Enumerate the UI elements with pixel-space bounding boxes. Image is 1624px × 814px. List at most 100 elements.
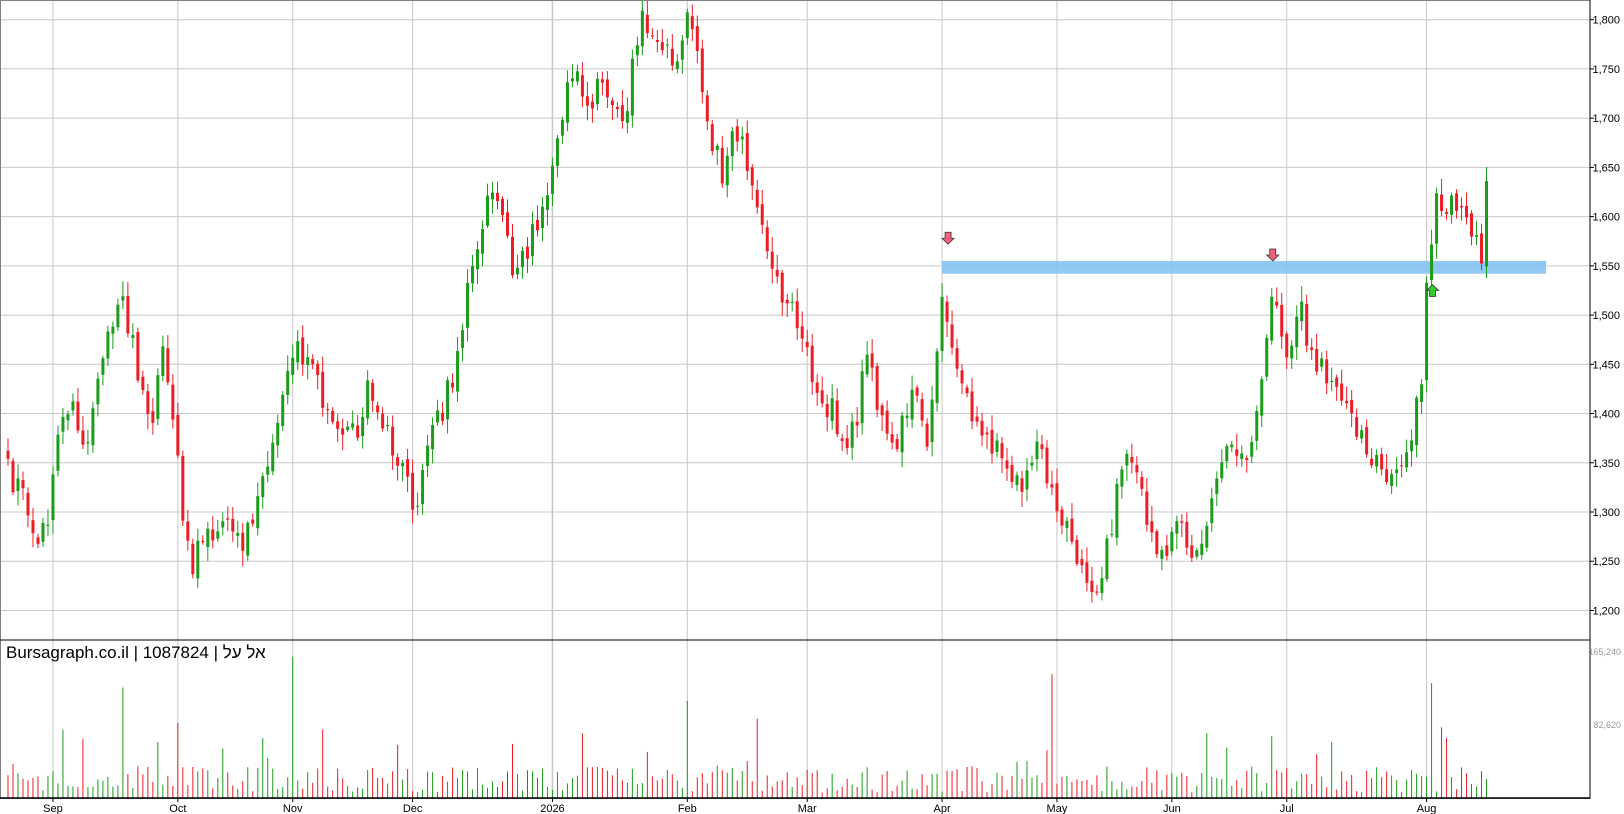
candle-body bbox=[710, 124, 714, 152]
candle-body bbox=[1295, 316, 1299, 348]
candle-body bbox=[1485, 181, 1489, 267]
candle-body bbox=[805, 341, 809, 348]
candle-body bbox=[915, 387, 919, 396]
candle-body bbox=[865, 354, 869, 375]
candle-body bbox=[391, 426, 395, 456]
candle-body bbox=[665, 44, 669, 46]
candle-body bbox=[281, 394, 285, 427]
candle-body bbox=[985, 432, 989, 435]
candle-body bbox=[1115, 483, 1119, 538]
y-tick-label: 1,350 bbox=[1592, 458, 1620, 470]
candle-body bbox=[795, 301, 799, 329]
candle-body bbox=[241, 532, 245, 551]
candle-body bbox=[291, 357, 295, 375]
candle-body bbox=[730, 131, 734, 157]
candle-body bbox=[1405, 452, 1409, 468]
candle bbox=[935, 348, 939, 412]
candle-body bbox=[481, 228, 485, 254]
candle-body bbox=[770, 251, 774, 269]
candle-body bbox=[1010, 464, 1014, 482]
candle-body bbox=[975, 416, 979, 422]
candle-body bbox=[570, 78, 574, 82]
candle-body bbox=[406, 459, 410, 477]
candle-body bbox=[286, 370, 290, 395]
candle-body bbox=[476, 249, 480, 270]
candle-body bbox=[1055, 483, 1059, 512]
candle-body bbox=[11, 461, 15, 493]
candle-body bbox=[1150, 521, 1154, 533]
candle-body bbox=[1160, 549, 1164, 559]
candle-body bbox=[171, 384, 175, 420]
candle-body bbox=[590, 101, 594, 109]
candle-body bbox=[855, 421, 859, 426]
candle-body bbox=[176, 414, 180, 456]
candle-body bbox=[1285, 333, 1289, 358]
candle-body bbox=[96, 378, 100, 405]
candle-body bbox=[1100, 578, 1104, 593]
candle-body bbox=[825, 404, 829, 418]
candle-body bbox=[670, 48, 674, 66]
candle-body bbox=[1235, 449, 1239, 456]
candle-body bbox=[1030, 462, 1034, 466]
candle-body bbox=[725, 155, 729, 186]
candle-body bbox=[226, 518, 230, 520]
candle-body bbox=[870, 353, 874, 368]
candle-body bbox=[1375, 454, 1379, 467]
candle-body bbox=[845, 438, 849, 449]
candle-body bbox=[151, 411, 155, 423]
candle bbox=[181, 450, 185, 526]
candle-body bbox=[1435, 193, 1439, 244]
candle-body bbox=[1350, 399, 1354, 414]
candle-body bbox=[1020, 478, 1024, 492]
candle-body bbox=[1480, 233, 1484, 264]
candle-body bbox=[1145, 491, 1149, 525]
candle-body bbox=[486, 195, 490, 226]
candle-body bbox=[1240, 453, 1244, 460]
candle-body bbox=[231, 518, 235, 532]
candle-body bbox=[690, 16, 694, 30]
candle bbox=[710, 120, 714, 156]
candle-body bbox=[685, 12, 689, 38]
candle-body bbox=[545, 195, 549, 210]
candle-body bbox=[1445, 212, 1449, 214]
candle-body bbox=[1270, 296, 1274, 341]
candle-body bbox=[1065, 520, 1069, 528]
candle-body bbox=[1180, 521, 1184, 523]
x-tick-label: Oct bbox=[169, 803, 186, 814]
candle-body bbox=[880, 405, 884, 416]
x-tick-label: Nov bbox=[283, 803, 303, 814]
candle bbox=[1155, 528, 1159, 558]
x-tick-label: Sep bbox=[43, 803, 63, 814]
candle-body bbox=[755, 189, 759, 208]
candle-body bbox=[720, 147, 724, 184]
candle-body bbox=[1470, 213, 1474, 237]
candle bbox=[191, 538, 195, 579]
candle-body bbox=[990, 429, 994, 454]
candle-body bbox=[610, 100, 614, 106]
candle-body bbox=[760, 204, 764, 225]
candle-body bbox=[585, 96, 589, 106]
candle-body bbox=[1195, 550, 1199, 557]
candle-body bbox=[56, 434, 60, 471]
candle-body bbox=[555, 138, 559, 166]
candle bbox=[1115, 478, 1119, 546]
candle-body bbox=[101, 358, 105, 375]
candle-body bbox=[790, 301, 794, 303]
candle-body bbox=[525, 246, 529, 259]
candle bbox=[1265, 333, 1269, 381]
candle-body bbox=[715, 145, 719, 151]
candle-body bbox=[520, 250, 524, 268]
y-tick-label: 1,200 bbox=[1592, 605, 1620, 617]
candle-body bbox=[411, 472, 415, 510]
candle-body bbox=[860, 371, 864, 424]
candle-body bbox=[1155, 531, 1159, 555]
candle-body bbox=[1130, 457, 1134, 463]
candle-body bbox=[1045, 447, 1049, 484]
candle-body bbox=[106, 331, 110, 359]
candle-body bbox=[1310, 347, 1314, 351]
candle bbox=[246, 520, 250, 561]
x-tick-label: May bbox=[1047, 803, 1068, 814]
y-tick-label: 1,750 bbox=[1592, 64, 1620, 76]
candle-body bbox=[141, 376, 145, 391]
x-tick-label: Jul bbox=[1280, 803, 1294, 814]
